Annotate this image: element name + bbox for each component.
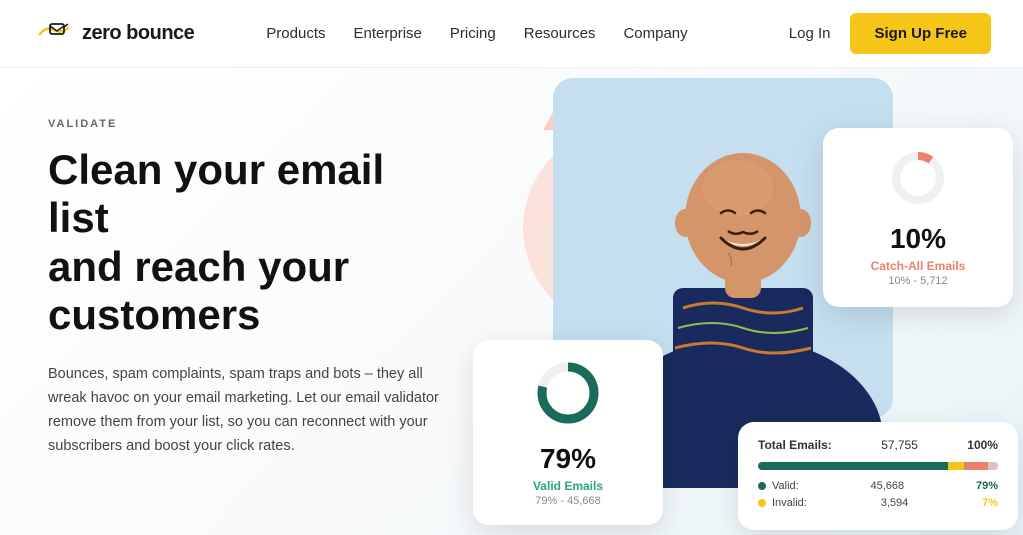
total-emails-card: Total Emails: 57,755 100% Valid: 45,668 … (738, 422, 1018, 530)
valid-emails-card: 79% Valid Emails 79% - 45,668 (473, 340, 663, 525)
nav-resources[interactable]: Resources (524, 25, 596, 42)
stat-valid-pct: 79% (976, 480, 998, 492)
stat-invalid-row: Invalid: 3,594 7% (758, 497, 998, 509)
valid-percent: 79% (495, 443, 641, 475)
logo-icon (32, 18, 76, 50)
catch-all-donut-chart (888, 148, 948, 208)
hero-description: Bounces, spam complaints, spam traps and… (48, 363, 440, 459)
catch-all-label: Catch-All Emails (847, 259, 989, 273)
valid-sublabel: 79% - 45,668 (495, 495, 641, 507)
progress-other (988, 462, 998, 470)
validate-label: VALIDATE (48, 118, 440, 130)
progress-catchall (964, 462, 988, 470)
hero-title: Clean your email list and reach your cus… (48, 146, 440, 339)
nav-right: Log In Sign Up Free (789, 13, 991, 54)
stat-valid-name: Valid: (758, 480, 799, 492)
stat-valid-dot (758, 482, 766, 490)
hero-right: 10% Catch-All Emails 10% - 5,712 79% Val… (443, 68, 1023, 535)
stat-valid-count: 45,668 (871, 480, 905, 492)
nav-company[interactable]: Company (623, 25, 687, 42)
progress-bar (758, 462, 998, 470)
stat-valid-row: Valid: 45,668 79% (758, 480, 998, 492)
total-count: 57,755 (881, 438, 918, 452)
total-emails-row: Total Emails: 57,755 100% (758, 438, 998, 452)
logo[interactable]: zero bounce (32, 18, 194, 50)
stat-invalid-name: Invalid: (758, 497, 807, 509)
valid-label: Valid Emails (495, 479, 641, 493)
navbar: zero bounce Products Enterprise Pricing … (0, 0, 1023, 68)
progress-invalid (948, 462, 965, 470)
stat-invalid-count: 3,594 (881, 497, 909, 509)
login-button[interactable]: Log In (789, 25, 831, 42)
nav-enterprise[interactable]: Enterprise (354, 25, 422, 42)
valid-emails-donut-chart (533, 358, 603, 428)
catch-all-percent: 10% (847, 223, 989, 255)
total-label: Total Emails: (758, 438, 832, 452)
nav-pricing[interactable]: Pricing (450, 25, 496, 42)
catch-all-sublabel: 10% - 5,712 (847, 275, 989, 287)
hero-left: VALIDATE Clean your email list and reach… (0, 68, 480, 535)
signup-button[interactable]: Sign Up Free (850, 13, 991, 54)
progress-valid (758, 462, 948, 470)
logo-text: zero bounce (82, 22, 194, 45)
stat-invalid-dot (758, 499, 766, 507)
total-pct: 100% (967, 438, 998, 452)
hero-section: VALIDATE Clean your email list and reach… (0, 68, 1023, 535)
stat-invalid-pct: 7% (982, 497, 998, 509)
catch-all-card: 10% Catch-All Emails 10% - 5,712 (823, 128, 1013, 307)
nav-products[interactable]: Products (266, 25, 325, 42)
